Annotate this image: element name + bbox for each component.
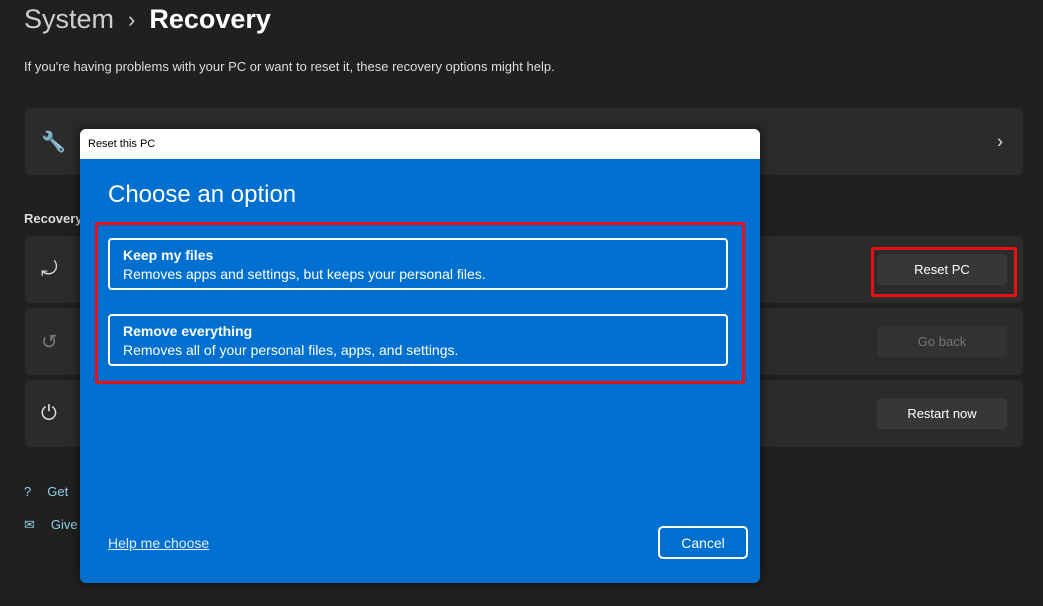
dialog-title: Reset this PC: [80, 129, 760, 159]
help-icon: ?: [24, 484, 32, 499]
highlight-box: [871, 247, 1017, 297]
cancel-button[interactable]: Cancel: [658, 526, 748, 559]
page-title: Recovery: [149, 4, 271, 34]
history-icon: ↺: [41, 331, 58, 353]
chevron-right-icon: ›: [997, 131, 1003, 151]
give-feedback-link[interactable]: ✉ Give: [24, 517, 78, 533]
feedback-icon: ✉: [24, 517, 35, 532]
breadcrumb: System › Recovery: [24, 4, 271, 35]
restart-now-button[interactable]: Restart now: [877, 398, 1007, 429]
wrench-icon: 🔧: [41, 131, 66, 153]
page-description: If you're having problems with your PC o…: [24, 59, 555, 74]
highlight-box: [95, 222, 745, 384]
link-label: Get: [47, 484, 69, 499]
get-help-link[interactable]: ? Get: [24, 484, 68, 499]
dialog-heading: Choose an option: [108, 181, 297, 208]
power-settings-icon: ⏻: [41, 402, 57, 424]
reset-icon: ⤾: [41, 258, 58, 280]
link-label: Give: [50, 517, 78, 532]
reset-dialog: Reset this PC Choose an option Keep my f…: [80, 129, 760, 583]
breadcrumb-system[interactable]: System: [24, 4, 114, 35]
chevron-right-icon: ›: [128, 6, 136, 32]
section-title: Recovery: [24, 211, 83, 226]
help-me-choose-link[interactable]: Help me choose: [108, 535, 209, 551]
go-back-button[interactable]: Go back: [877, 326, 1007, 357]
